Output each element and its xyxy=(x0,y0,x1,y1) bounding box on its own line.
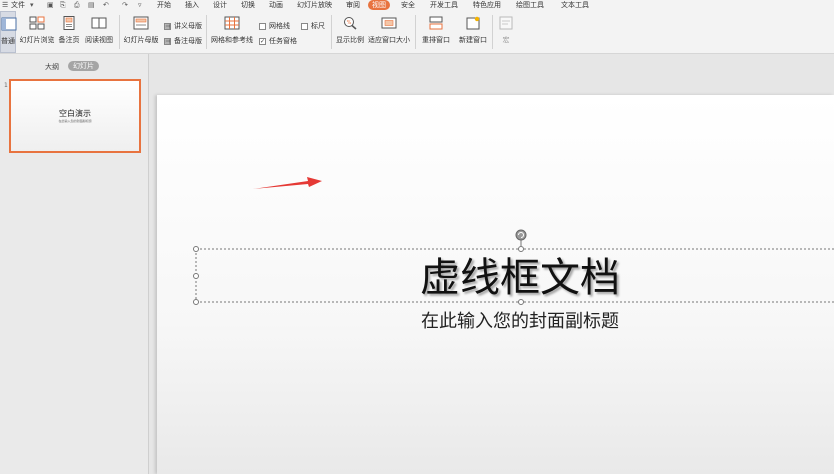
handout-master-icon: ▤ xyxy=(164,22,171,30)
tab-text-tools[interactable]: 文本工具 xyxy=(561,1,589,10)
undo-icon[interactable]: ↶ xyxy=(103,1,109,9)
notes-page-icon xyxy=(63,16,75,30)
tab-transitions[interactable]: 切换 xyxy=(241,1,255,10)
tab-outline[interactable]: 大纲 xyxy=(45,62,59,72)
fit-window-button[interactable]: 适应窗口大小 xyxy=(367,11,411,53)
ribbon-divider xyxy=(415,15,416,49)
slide-title[interactable]: 虚线框文档 xyxy=(330,255,710,301)
grid-icon xyxy=(224,16,240,30)
tab-security[interactable]: 安全 xyxy=(401,1,415,10)
normal-view-button[interactable]: 普通 xyxy=(0,11,17,53)
reading-view-button[interactable]: 阅读视图 xyxy=(84,11,114,53)
handout-master-button[interactable]: ▤ 讲义母版 xyxy=(164,21,202,31)
reading-view-icon xyxy=(91,17,107,29)
task-pane-checkbox[interactable]: ✓ 任务窗格 xyxy=(259,36,297,46)
hamburger-icon[interactable]: ☰ xyxy=(2,1,8,9)
tab-view[interactable]: 视图 xyxy=(368,0,390,10)
file-menu[interactable]: 文件 xyxy=(11,1,25,10)
tab-features[interactable]: 特色应用 xyxy=(473,1,501,10)
tab-design[interactable]: 设计 xyxy=(213,1,227,10)
notes-master-icon: ▤ xyxy=(164,37,171,45)
slide-number: 1 xyxy=(4,82,8,89)
zoom-button[interactable]: % 显示比例 xyxy=(335,11,365,53)
tab-home[interactable]: 开始 xyxy=(157,1,171,10)
gridlines-checkbox[interactable]: 网格线 xyxy=(259,21,290,31)
slide-pane: 大纲 幻灯片 1 空白演示 在此输入您的封面副标题 xyxy=(0,54,149,474)
svg-text:%: % xyxy=(347,20,352,26)
tab-slides[interactable]: 幻灯片 xyxy=(68,61,99,71)
arrange-window-icon xyxy=(429,16,443,30)
normal-view-icon xyxy=(1,17,17,31)
resize-handle[interactable] xyxy=(193,299,199,305)
export-icon[interactable]: ⎘ xyxy=(60,1,66,10)
ribbon-divider xyxy=(119,15,120,49)
resize-handle[interactable] xyxy=(193,273,199,279)
rotate-handle-icon[interactable] xyxy=(515,229,527,241)
notes-page-button[interactable]: 备注页 xyxy=(58,11,80,53)
red-arrow-icon xyxy=(253,177,322,189)
save-icon[interactable]: ▣ xyxy=(47,1,54,9)
customize-icon[interactable]: ▿ xyxy=(138,1,142,9)
zoom-icon: % xyxy=(344,17,357,30)
thumbnail-title: 空白演示 xyxy=(59,109,91,118)
new-window-icon xyxy=(466,16,480,30)
slide-thumbnail[interactable]: 空白演示 在此输入您的封面副标题 xyxy=(9,79,141,153)
tab-developer[interactable]: 开发工具 xyxy=(430,1,458,10)
slide-master-button[interactable]: 幻灯片母版 xyxy=(123,11,159,53)
tab-animations[interactable]: 动画 xyxy=(269,1,283,10)
slide-subtitle[interactable]: 在此输入您的封面副标题 xyxy=(340,311,700,333)
new-window-button[interactable]: 新建窗口 xyxy=(457,11,489,53)
preview-icon[interactable]: ▤ xyxy=(88,1,95,9)
grid-guides-button[interactable]: 网格和参考线 xyxy=(210,11,254,53)
menu-bar: ☰ 文件 ▾ ▣ ⎘ ⎙ ▤ ↶ ↷ ▿ 开始 插入 设计 切换 动画 幻灯片放… xyxy=(0,0,834,11)
arrange-window-button[interactable]: 重排窗口 xyxy=(419,11,453,53)
ruler-checkbox[interactable]: 标尺 xyxy=(301,21,325,31)
checkbox-icon xyxy=(259,22,266,30)
tab-drawing-tools[interactable]: 绘图工具 xyxy=(516,1,544,10)
tab-review[interactable]: 审阅 xyxy=(346,1,360,10)
ribbon: 普通 幻灯片浏览 备注页 阅读视图 幻灯片母版 ▤ 讲义母版 ▤ 备注母版 网格和参… xyxy=(0,11,834,54)
notes-master-button[interactable]: ▤ 备注母版 xyxy=(164,36,202,46)
slide-browse-button[interactable]: 幻灯片浏览 xyxy=(19,11,55,53)
slide-master-icon xyxy=(133,16,149,30)
macro-button[interactable]: 宏 xyxy=(496,11,516,53)
ribbon-divider xyxy=(492,15,493,49)
tab-slideshow[interactable]: 幻灯片放映 xyxy=(297,1,332,10)
chevron-down-icon[interactable]: ▾ xyxy=(30,1,34,9)
ribbon-divider xyxy=(331,15,332,49)
tab-insert[interactable]: 插入 xyxy=(185,1,199,10)
redo-icon[interactable]: ↷ xyxy=(122,1,128,9)
ribbon-divider xyxy=(206,15,207,49)
print-icon[interactable]: ⎙ xyxy=(74,1,80,10)
thumbnail-subtitle: 在此输入您的封面副标题 xyxy=(58,119,92,123)
resize-handle[interactable] xyxy=(518,246,524,252)
resize-handle[interactable] xyxy=(193,246,199,252)
checkmark-icon: ✓ xyxy=(259,37,266,45)
checkbox-icon xyxy=(301,22,308,30)
macro-icon xyxy=(499,16,513,30)
slide-sorter-icon xyxy=(29,16,45,30)
fit-window-icon xyxy=(381,17,397,29)
